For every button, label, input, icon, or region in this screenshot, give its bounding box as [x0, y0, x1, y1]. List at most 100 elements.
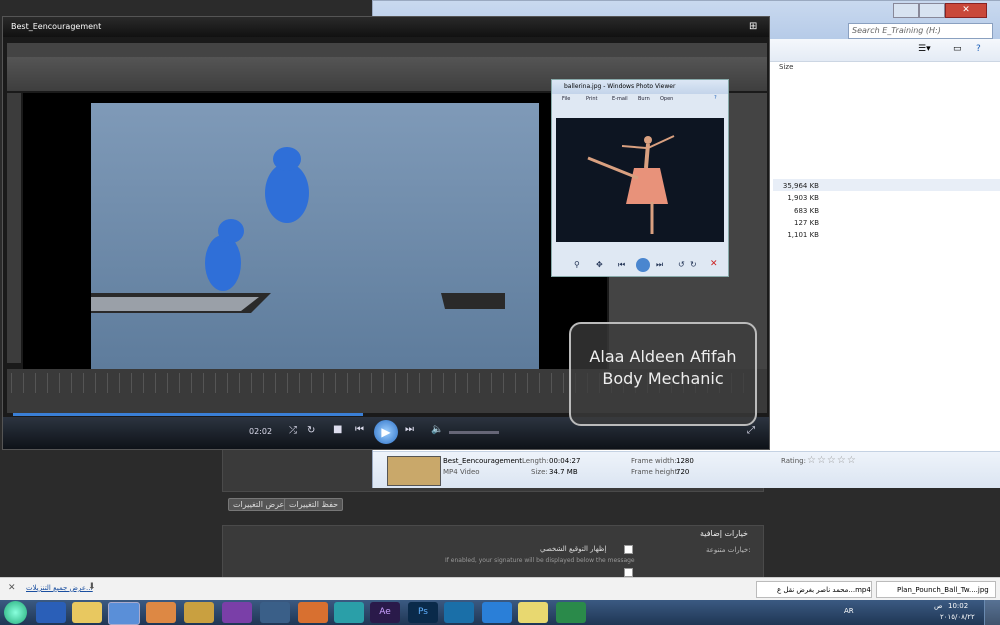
next-photo-icon[interactable]: ⏭ — [656, 260, 663, 270]
close-icon[interactable]: ✕ — [8, 583, 16, 593]
previous-photo-icon[interactable]: ⏮ — [618, 260, 625, 270]
dropbox-icon[interactable] — [482, 602, 512, 623]
chrome-icon[interactable] — [146, 602, 176, 623]
maya-viewport — [91, 103, 539, 369]
character-standing — [205, 235, 241, 291]
menu-burn[interactable]: Burn — [638, 96, 650, 102]
fullscreen-icon[interactable]: ⤢ — [747, 425, 755, 436]
menu-print[interactable]: Print — [586, 96, 598, 102]
photo-viewer-window: ballerina.jpg - Windows Photo Viewer Fil… — [551, 79, 729, 277]
clock-time[interactable]: 10:02 — [948, 602, 968, 610]
app-icon[interactable] — [298, 602, 328, 623]
app-icon[interactable] — [260, 602, 290, 623]
file-explorer-icon[interactable] — [72, 602, 102, 623]
ballerina-photo — [556, 118, 724, 242]
close-icon[interactable]: ✕ — [945, 3, 987, 18]
extra-options-title: خيارات إضافية — [700, 529, 748, 538]
show-desktop-button[interactable] — [984, 600, 1000, 625]
next-icon[interactable]: ⏭ — [405, 424, 414, 435]
rating-label: Rating: — [781, 457, 806, 465]
play-icon[interactable]: ▶ — [374, 420, 398, 444]
shuffle-icon[interactable]: ⤮ — [289, 425, 297, 436]
character-jumping-head — [273, 147, 301, 171]
show-signature-label: إظهار التوقيع الشخصي — [540, 545, 607, 553]
size-value: 34.7 MB — [549, 468, 578, 476]
extra-options-panel — [222, 525, 764, 579]
dancer-skirt — [626, 168, 668, 204]
start-button[interactable] — [4, 601, 27, 624]
rating-stars-icon[interactable]: ☆☆☆☆☆ — [807, 455, 857, 466]
internet-explorer-icon[interactable] — [36, 602, 66, 623]
frame-height-value: 720 — [676, 468, 690, 476]
save-changes-button[interactable]: حفظ التغييرات — [284, 498, 344, 511]
slideshow-icon[interactable] — [636, 258, 650, 272]
details-file-type: MP4 Video — [443, 468, 480, 476]
zoom-icon[interactable]: ⚲ — [574, 260, 580, 269]
help-icon[interactable]: ? — [976, 44, 981, 54]
help-icon[interactable]: ? — [714, 95, 717, 101]
signature-note: If enabled, your signature will be displ… — [445, 557, 635, 564]
credits-overlay: Alaa Aldeen Afifah Body Mechanic — [569, 322, 757, 426]
photoshop-icon[interactable]: Ps — [408, 602, 438, 623]
delete-icon[interactable]: ✕ — [710, 259, 718, 269]
excel-icon[interactable] — [556, 602, 586, 623]
download-item[interactable]: Plan_Pounch_Ball_Tw....jpg — [876, 581, 996, 598]
length-label: Length: — [522, 457, 549, 465]
ballerina-figure — [587, 135, 675, 234]
clock-period: ص — [934, 602, 943, 610]
download-item[interactable]: محمد ناصر بغرض نقل ع...mp4 — [756, 581, 872, 598]
volume-slider[interactable] — [449, 431, 499, 434]
maya-icon[interactable] — [334, 602, 364, 623]
seek-bar-progress[interactable] — [13, 413, 363, 416]
credits-subtitle: Body Mechanic — [602, 369, 724, 388]
volume-icon[interactable]: 🔈 — [431, 424, 443, 435]
player-title: Best_Eencouragement — [3, 17, 769, 37]
viewport-scene — [91, 147, 505, 313]
app-icon[interactable] — [518, 602, 548, 623]
menu-open[interactable]: Open — [660, 96, 673, 102]
platform-right — [441, 293, 505, 309]
menu-email[interactable]: E-mail — [612, 96, 628, 102]
length-value: 00:04:27 — [549, 457, 581, 465]
video-thumbnail — [387, 456, 441, 486]
window-controls: ✕ — [873, 3, 993, 18]
app-icon[interactable] — [222, 602, 252, 623]
download-item-name: محمد ناصر بغرض نقل ع...mp4 — [777, 586, 871, 594]
character-jumping — [265, 163, 309, 223]
option-checkbox[interactable] — [624, 568, 633, 577]
view-options-icon[interactable]: ☰▾ — [918, 44, 931, 54]
after-effects-icon[interactable]: Ae — [370, 602, 400, 623]
size-label: Size: — [531, 468, 548, 476]
view-changes-button[interactable]: عرض التغييرات — [228, 498, 290, 511]
minimize-icon[interactable] — [893, 3, 919, 18]
media-player-icon[interactable] — [108, 602, 140, 625]
actual-size-icon[interactable]: ✥ — [596, 260, 603, 269]
current-time: 02:02 — [249, 427, 273, 436]
details-pane: Best_Eencouragement MP4 Video Length: 00… — [373, 451, 1000, 488]
repeat-icon[interactable]: ↻ — [307, 425, 315, 436]
search-input[interactable]: Search E_Training (H:) — [848, 23, 993, 39]
show-all-downloads-link[interactable]: عرض جميع التنزيلات... — [26, 584, 93, 592]
size-column-header[interactable]: Size — [779, 63, 793, 71]
menu-file[interactable]: File — [562, 96, 570, 102]
previous-icon[interactable]: ⏮ — [355, 424, 364, 435]
dancer-arm-right — [647, 135, 675, 149]
maya-toolbox — [7, 93, 21, 363]
preview-pane-icon[interactable]: ▭ — [953, 44, 962, 54]
photo-viewer-controls: ⚲ ✥ ⏮ ⏭ ↺ ↻ ✕ — [556, 258, 724, 274]
frame-height-label: Frame height: — [631, 468, 680, 476]
maximize-icon[interactable] — [919, 3, 945, 18]
dancer-torso — [644, 143, 650, 169]
rotate-left-icon[interactable]: ↺ — [678, 260, 685, 269]
archive-icon[interactable] — [184, 602, 214, 623]
app-icon[interactable] — [444, 602, 474, 623]
platform-left-top — [91, 297, 259, 311]
download-arrow-icon: ⬇ — [88, 582, 96, 592]
stop-icon[interactable]: ■ — [333, 424, 342, 435]
download-bar: ✕ عرض جميع التنزيلات... ⬇ محمد ناصر بغرض… — [0, 577, 1000, 601]
rotate-right-icon[interactable]: ↻ — [690, 260, 697, 269]
download-item-name: Plan_Pounch_Ball_Tw....jpg — [897, 586, 989, 594]
switch-to-library-icon[interactable]: ⊞ — [749, 21, 757, 32]
show-signature-checkbox[interactable] — [624, 545, 633, 554]
language-indicator[interactable]: AR — [844, 607, 854, 615]
